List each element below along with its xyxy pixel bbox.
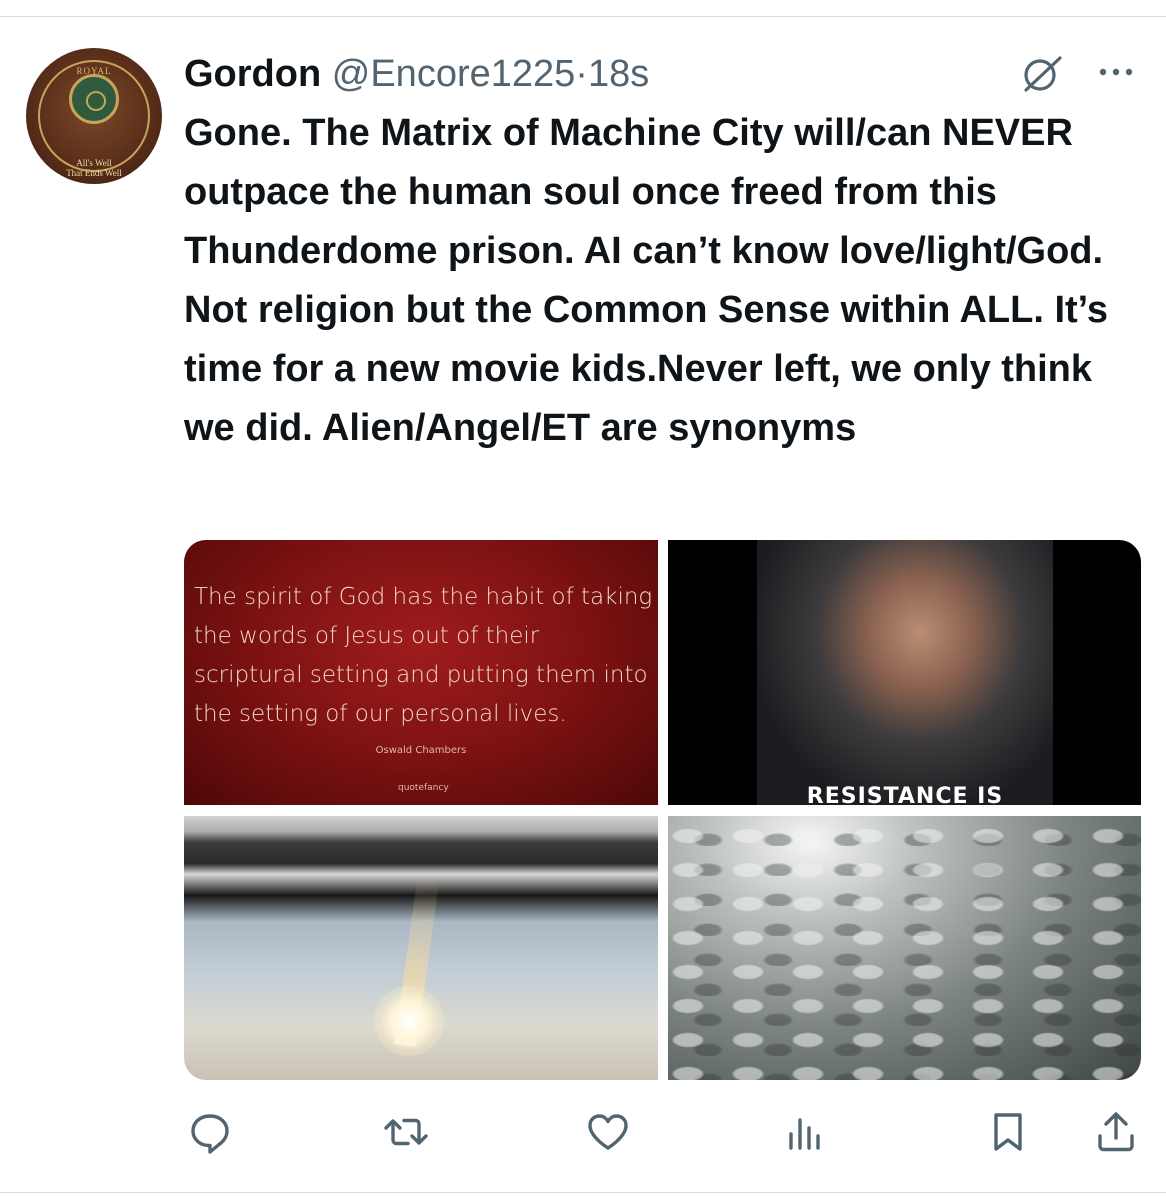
tweet-header: Gordon @Encore1225·18s [184, 52, 649, 96]
sun [374, 986, 444, 1056]
bookmark-button[interactable] [984, 1108, 1032, 1156]
borg-portrait [757, 540, 1053, 805]
grok-icon[interactable] [1018, 54, 1064, 94]
more-icon[interactable] [1096, 62, 1136, 82]
action-bar [184, 1108, 1144, 1156]
cloud-pattern [668, 816, 1141, 1080]
separator-dot: · [575, 53, 588, 95]
views-icon [789, 1118, 820, 1150]
media-quote-image[interactable]: The spirit of God has the habit of takin… [184, 540, 658, 805]
share-icon [1098, 1112, 1134, 1152]
bottom-divider [0, 1192, 1166, 1193]
media-clouds-image[interactable] [668, 816, 1141, 1080]
like-button[interactable] [584, 1108, 632, 1156]
views-button[interactable] [780, 1108, 828, 1156]
timestamp[interactable]: 18s [588, 53, 649, 95]
retweet-button[interactable] [382, 1108, 430, 1156]
avatar[interactable]: ROYAL All's Well That Ends Well [26, 48, 162, 184]
media-grid[interactable]: The spirit of God has the habit of takin… [184, 540, 1141, 1080]
share-button[interactable] [1092, 1108, 1140, 1156]
media-sun-image[interactable] [184, 816, 658, 1080]
author-name[interactable]: Gordon [184, 53, 321, 95]
avatar-motto: All's Well That Ends Well [26, 158, 162, 178]
avatar-motto-line1: All's Well [76, 158, 112, 168]
quote-brand: quotefancy [398, 783, 449, 793]
reply-button[interactable] [186, 1108, 234, 1156]
bookmark-icon [994, 1113, 1022, 1151]
author-handle[interactable]: @Encore1225 [332, 53, 576, 95]
tweet-text: Gone. The Matrix of Machine City will/ca… [184, 112, 1108, 449]
quote-text: The spirit of God has the habit of takin… [194, 584, 653, 727]
media-borg-image[interactable]: RESISTANCE IS FUTILE [668, 540, 1141, 805]
reply-icon [191, 1114, 229, 1154]
like-icon [588, 1114, 628, 1150]
quote-author: Oswald Chambers [375, 745, 467, 756]
avatar-emblem [69, 74, 119, 124]
borg-caption: RESISTANCE IS FUTILE [806, 784, 1004, 805]
retweet-icon [384, 1118, 428, 1146]
avatar-motto-line2: That Ends Well [66, 168, 122, 178]
top-divider [0, 16, 1166, 17]
